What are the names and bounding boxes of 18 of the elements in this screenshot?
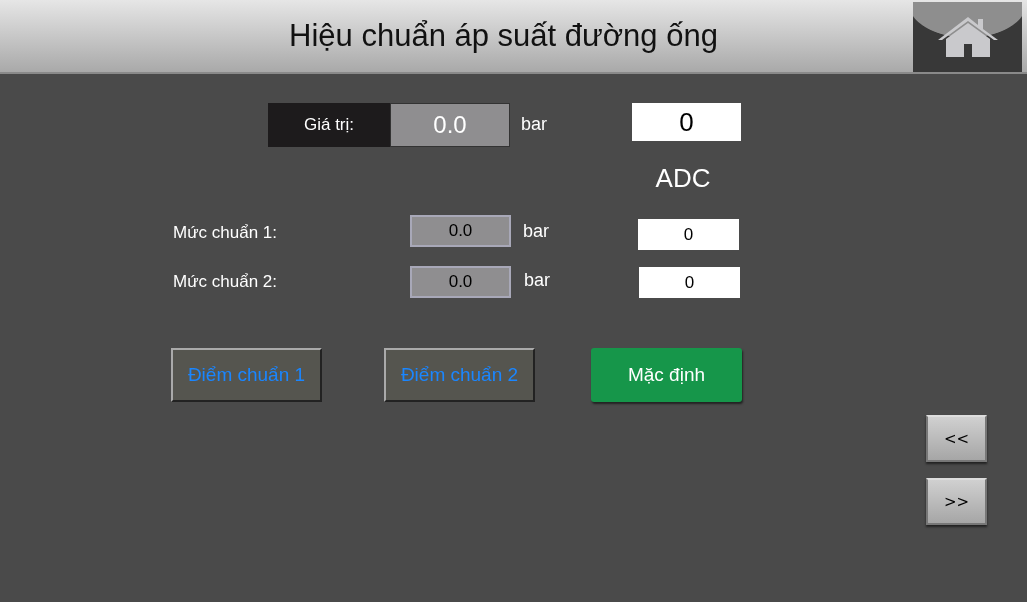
- level-value-field[interactable]: 0.0: [410, 215, 511, 247]
- reading-value: 0.0: [390, 103, 510, 147]
- unit-label: bar: [523, 221, 549, 242]
- adc-value: 0: [639, 267, 740, 298]
- unit-label: bar: [521, 114, 547, 135]
- screen-title: Hiệu chuẩn áp suất đường ống: [289, 18, 718, 54]
- adc-label: ADC: [654, 163, 712, 194]
- page-nav-button[interactable]: <<: [926, 415, 987, 462]
- page-nav-button[interactable]: >>: [926, 478, 987, 525]
- unit-label: bar: [524, 270, 550, 291]
- adc-value: 0: [638, 219, 739, 250]
- adc-value: 0: [632, 103, 741, 141]
- level-value-field[interactable]: 0.0: [410, 266, 511, 298]
- calibration-button[interactable]: Mặc định: [591, 348, 742, 402]
- level-label: Mức chuẩn 1:: [173, 223, 277, 243]
- reading-label: Giá trị:: [268, 103, 390, 147]
- level-label: Mức chuẩn 2:: [173, 272, 277, 292]
- home-button[interactable]: [913, 2, 1022, 72]
